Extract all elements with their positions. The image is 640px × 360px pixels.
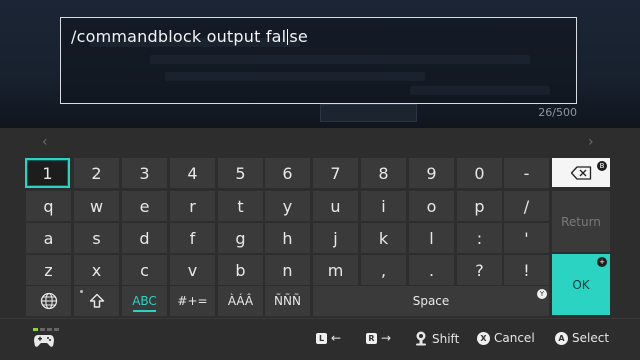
a-button-icon: A [555,331,568,345]
plus-button-badge: + [597,257,607,267]
key-question[interactable]: ? [457,255,502,285]
b-button-badge: B [597,161,607,171]
key-1[interactable]: 1 [25,158,70,188]
command-input-value: /commandblock output fal se [71,27,308,46]
space-key[interactable]: Space [313,286,549,316]
gamepad-icon [34,335,54,347]
key-4[interactable]: 4 [170,158,215,188]
r-button-icon: R [366,332,377,344]
backspace-key[interactable]: B [552,158,610,187]
page-left-arrow-icon[interactable]: ‹ [42,134,48,150]
key-3[interactable]: 3 [122,158,167,188]
hint-label: → [381,331,392,345]
key-c[interactable]: c [122,255,167,285]
key-comma[interactable]: , [361,255,406,285]
key-6[interactable]: 6 [265,158,310,188]
mode-abc-underline [133,310,156,312]
input-text-after-caret: se [289,27,308,46]
key-d[interactable]: d [122,223,167,253]
input-text-before-caret: /commandblock output fal [71,27,287,46]
caps-lock-indicator [80,290,83,293]
ok-label: OK [572,277,590,292]
globe-icon [40,292,57,310]
key-7[interactable]: 7 [313,158,358,188]
shift-arrow-icon [89,293,104,308]
stick-press-icon [416,331,426,346]
key-j[interactable]: j [313,223,358,253]
key-hyphen[interactable]: - [504,158,549,188]
language-button[interactable] [26,286,71,316]
mode-symbols-tab[interactable]: #+= [170,286,215,316]
hint-select: A Select [555,331,609,345]
l-button-icon: L [316,332,327,344]
key-l[interactable]: l [409,223,454,253]
controller-hint-bar: L ← R → Shift X Cancel A Select [0,318,640,360]
key-g[interactable]: g [218,223,263,253]
background-box [320,104,417,122]
key-9[interactable]: 9 [409,158,454,188]
key-f[interactable]: f [170,223,215,253]
hint-label: ← [331,331,342,345]
hint-label: Cancel [494,331,535,345]
mode-accents-a-tab[interactable]: ÀÁÂ [218,286,263,316]
key-colon[interactable]: : [457,223,502,253]
key-s[interactable]: s [74,223,119,253]
key-u[interactable]: u [313,191,358,221]
return-key[interactable]: Return [552,191,610,252]
key-z[interactable]: z [26,255,71,285]
command-input-field[interactable]: /commandblock output fal se [60,17,577,104]
key-t[interactable]: t [218,191,263,221]
page-right-arrow-icon[interactable]: › [588,134,594,150]
player-indicator [33,328,59,331]
hint-label: Shift [432,331,460,346]
y-button-badge: Y [537,289,547,299]
key-2[interactable]: 2 [74,158,119,188]
key-period[interactable]: . [409,255,454,285]
hint-l-cursor-left: L ← [316,331,341,345]
key-e[interactable]: e [122,191,167,221]
key-q[interactable]: q [26,191,71,221]
shift-button[interactable] [74,286,119,316]
x-button-icon: X [477,331,490,345]
key-v[interactable]: v [170,255,215,285]
mode-abc-label: ABC [132,294,157,308]
hint-shift: Shift [414,331,459,346]
hint-r-cursor-right: R → [366,331,391,345]
mode-abc-tab[interactable]: ABC [122,286,167,316]
key-x[interactable]: x [74,255,119,285]
key-h[interactable]: h [265,223,310,253]
key-i[interactable]: i [361,191,406,221]
mode-accents-n-tab[interactable]: ÑÑÑ [265,286,310,316]
key-b[interactable]: b [218,255,263,285]
key-5[interactable]: 5 [218,158,263,188]
key-8[interactable]: 8 [361,158,406,188]
key-a[interactable]: a [26,223,71,253]
key-exclamation[interactable]: ! [504,255,549,285]
key-p[interactable]: p [457,191,502,221]
key-n[interactable]: n [265,255,310,285]
software-keyboard: ‹ › 1 2 3 4 5 6 7 8 9 0 - q w e r t y u … [0,128,640,360]
key-y[interactable]: y [265,191,310,221]
backspace-icon [570,165,592,180]
key-slash[interactable]: / [504,191,549,221]
key-m[interactable]: m [313,255,358,285]
key-0[interactable]: 0 [457,158,502,188]
key-k[interactable]: k [361,223,406,253]
hint-cancel: X Cancel [477,331,535,345]
key-apostrophe[interactable]: ' [504,223,549,253]
character-counter: 26/500 [538,106,577,119]
key-w[interactable]: w [74,191,119,221]
hint-label: Select [572,331,610,345]
ok-key[interactable]: OK + [552,254,610,315]
key-r[interactable]: r [170,191,215,221]
key-o[interactable]: o [409,191,454,221]
